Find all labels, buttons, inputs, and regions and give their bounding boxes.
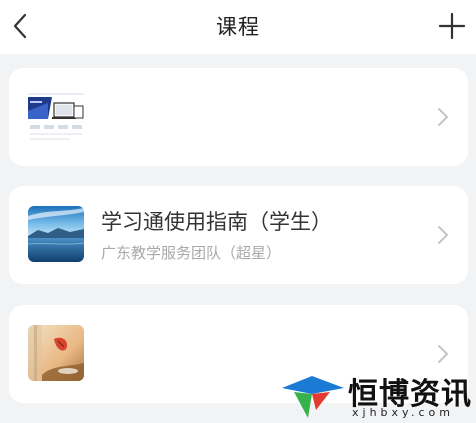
course-card[interactable] xyxy=(9,68,468,166)
chevron-right-icon xyxy=(438,345,448,363)
site-watermark: 恒博资讯 xjhbxy.com xyxy=(282,366,476,423)
watermark-url: xjhbxy.com xyxy=(352,406,454,419)
chevron-left-icon xyxy=(13,13,27,39)
chevron-right-icon xyxy=(438,226,448,244)
add-course-button[interactable] xyxy=(434,8,470,44)
app-root: 课程 学习通使用指南（学生） 广东教学服务团队（超星） 恒博资讯 xjhbxy.… xyxy=(0,0,476,423)
back-button[interactable] xyxy=(4,6,36,46)
course-subtitle: 广东教学服务团队（超星） xyxy=(101,244,282,262)
course-card[interactable]: 学习通使用指南（学生） 广东教学服务团队（超星） xyxy=(9,186,468,284)
page-title: 课程 xyxy=(216,15,260,39)
nav-header: 课程 xyxy=(0,0,476,54)
plus-icon xyxy=(439,13,465,39)
course-thumbnail xyxy=(28,206,84,262)
watermark-logo-icon xyxy=(282,376,344,418)
course-thumbnail xyxy=(28,89,84,145)
course-thumbnail xyxy=(28,325,84,381)
chevron-right-icon xyxy=(438,108,448,126)
course-title: 学习通使用指南（学生） xyxy=(101,210,332,234)
